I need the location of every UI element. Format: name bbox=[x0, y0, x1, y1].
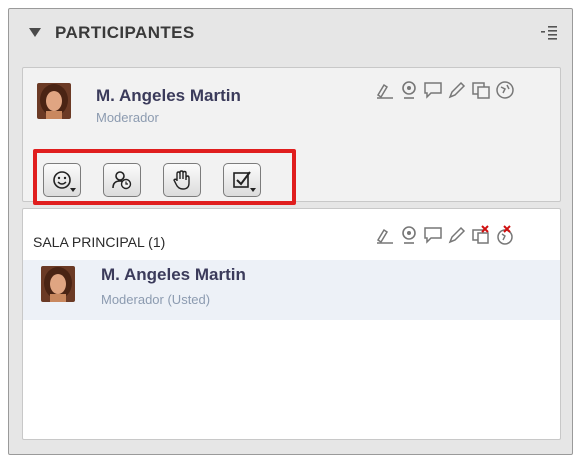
share-app-disabled-icon[interactable] bbox=[471, 225, 491, 245]
my-name: M. Angeles Martin bbox=[96, 86, 241, 105]
pen-annotation-icon bbox=[375, 80, 395, 100]
panel-options-menu-icon[interactable] bbox=[540, 23, 558, 41]
webcam-icon bbox=[399, 80, 419, 100]
participant-name: M. Angeles Martin bbox=[101, 265, 246, 284]
list-item[interactable]: M. Angeles Martin Moderador (Usted) bbox=[23, 260, 560, 320]
panel-title: PARTICIPANTES bbox=[55, 23, 195, 42]
avatar bbox=[41, 266, 75, 302]
panel-header: PARTICIPANTES bbox=[9, 9, 572, 59]
poll-response-button[interactable] bbox=[223, 163, 261, 197]
avatar bbox=[37, 83, 71, 119]
participant-role: Moderador (Usted) bbox=[101, 292, 211, 307]
raise-hand-button[interactable] bbox=[163, 163, 201, 197]
main-room-panel: SALA PRINCIPAL (1) M. Angeles Martin Mod… bbox=[22, 208, 561, 440]
chat-icon bbox=[423, 80, 443, 100]
web-tour-disabled-icon[interactable] bbox=[495, 225, 515, 245]
raise-hand-icon bbox=[173, 170, 190, 190]
pencil-icon bbox=[447, 80, 467, 100]
share-app-icon bbox=[471, 80, 491, 100]
room-permissions bbox=[375, 225, 515, 245]
participants-panel: PARTICIPANTES M. Angeles Martin Moderado… bbox=[8, 8, 573, 455]
pencil-icon[interactable] bbox=[447, 225, 467, 245]
web-tour-icon bbox=[495, 80, 515, 100]
my-permissions bbox=[375, 80, 515, 100]
room-title: SALA PRINCIPAL (1) bbox=[33, 234, 166, 250]
pen-annotation-icon[interactable] bbox=[375, 225, 395, 245]
chat-icon[interactable] bbox=[423, 225, 443, 245]
webcam-icon[interactable] bbox=[399, 225, 419, 245]
step-away-button[interactable] bbox=[103, 163, 141, 197]
dropdown-caret-icon bbox=[250, 188, 256, 192]
collapse-arrow-icon[interactable] bbox=[29, 28, 41, 37]
my-role: Moderador bbox=[96, 110, 159, 125]
emoticon-button[interactable] bbox=[43, 163, 81, 197]
dropdown-caret-icon bbox=[70, 188, 76, 192]
step-away-clock-icon bbox=[112, 171, 132, 190]
status-toolbar-highlight bbox=[33, 149, 296, 205]
